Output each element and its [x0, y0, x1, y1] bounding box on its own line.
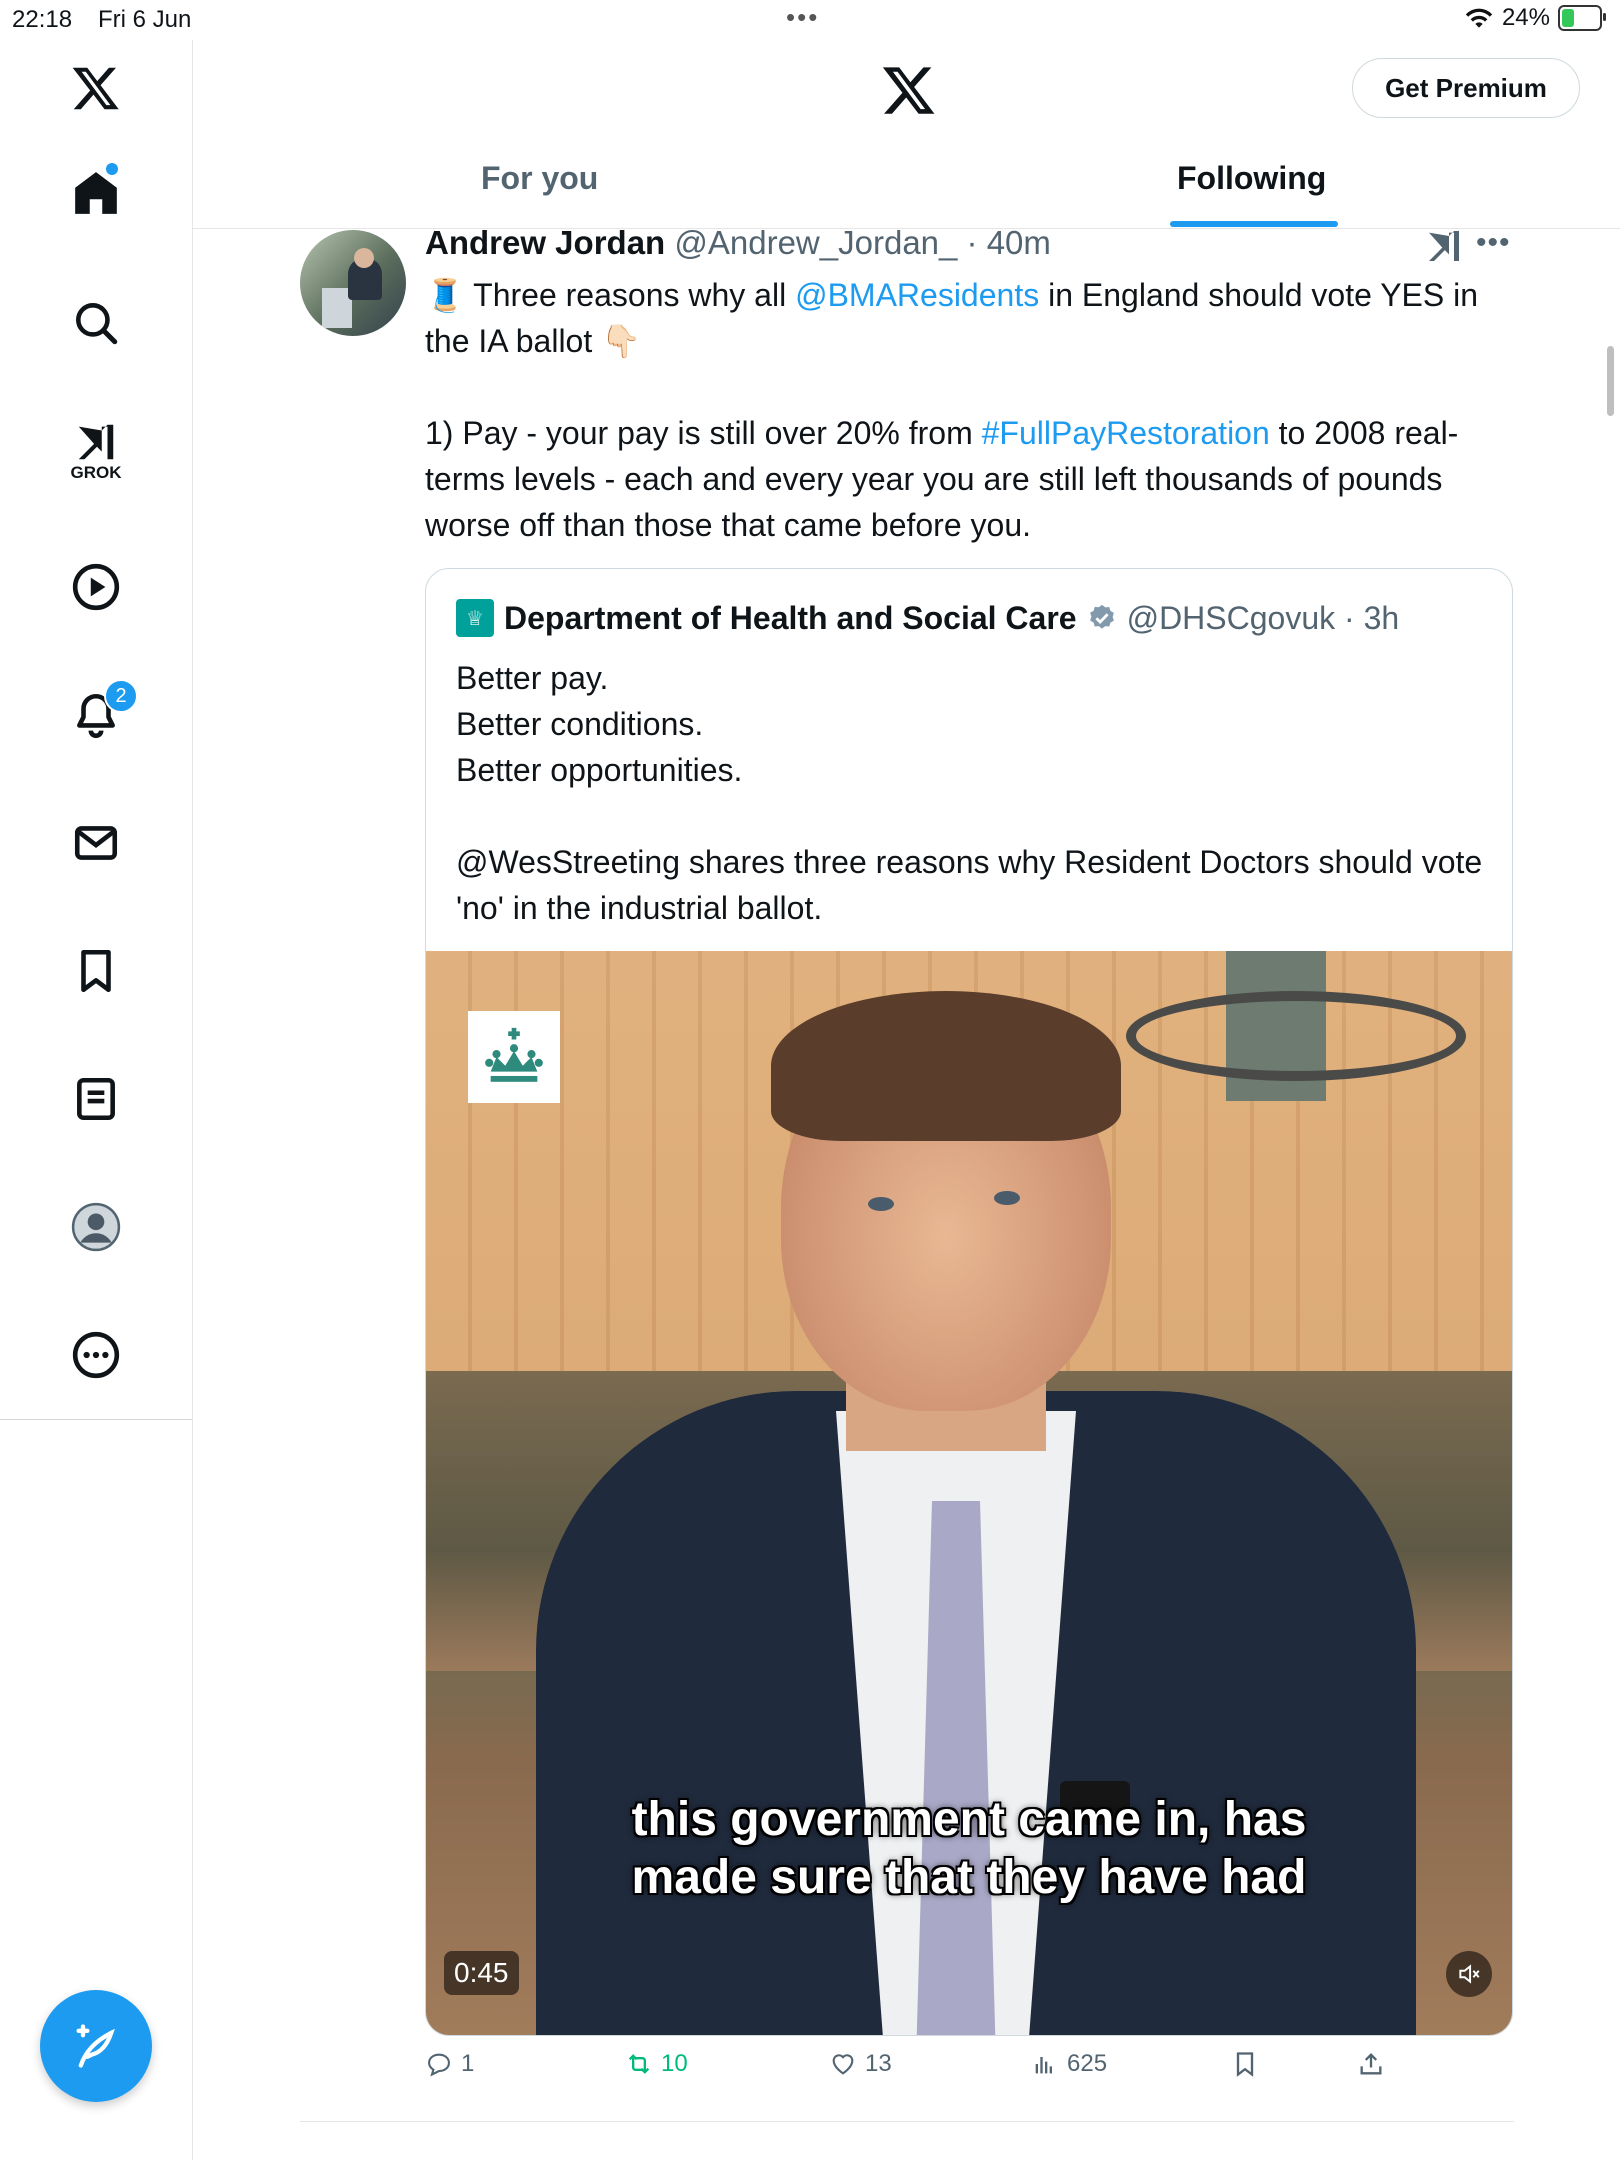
post-text-part: 1) Pay - your pay is still over 20% from — [425, 415, 982, 451]
sidebar-border — [192, 1420, 193, 2160]
share-button[interactable] — [1357, 2050, 1385, 2078]
home-icon[interactable] — [48, 145, 144, 241]
ceiling-lamp — [1126, 991, 1466, 1081]
search-icon[interactable] — [48, 275, 144, 371]
post-header: Andrew Jordan @Andrew_Jordan_ · 40m — [425, 224, 1051, 262]
post-actions: 1 10 13 625 — [425, 2050, 1525, 2090]
author-avatar[interactable] — [300, 230, 406, 336]
grok-icon[interactable]: GROK — [48, 403, 144, 499]
tab-following[interactable]: Following — [1177, 160, 1326, 197]
active-tab-indicator — [1170, 221, 1338, 227]
video-duration: 0:45 — [444, 1951, 519, 1995]
repost-icon — [628, 2054, 650, 2074]
notifications-bell-icon[interactable]: 2 — [48, 667, 144, 763]
compose-post-button[interactable] — [40, 1990, 152, 2102]
reply-button[interactable]: 1 — [425, 2050, 474, 2078]
notifications-badge: 2 — [104, 679, 138, 713]
heart-icon — [832, 2054, 854, 2075]
wifi-icon — [1465, 8, 1493, 28]
quoted-body: Better pay. Better conditions. Better op… — [456, 655, 1496, 931]
quoted-handle-time[interactable]: @DHSCgovuk · 3h — [1127, 600, 1400, 637]
video-caption: this government came in, has made sure t… — [426, 1791, 1512, 1907]
quoted-paragraph-2: @WesStreeting shares three reasons why R… — [456, 844, 1483, 926]
reply-count: 1 — [461, 2050, 475, 2077]
hashtag-link[interactable]: #FullPayRestoration — [982, 415, 1270, 451]
battery-icon — [1558, 5, 1606, 31]
tab-for-you[interactable]: For you — [481, 160, 598, 197]
scrollbar-thumb[interactable] — [1607, 346, 1614, 416]
views-chart-icon — [1035, 2057, 1052, 2074]
repost-count: 10 — [661, 2050, 688, 2077]
caption-line: this government came in, has — [631, 1793, 1307, 1846]
grok-label: GROK — [70, 463, 122, 482]
lists-icon[interactable] — [48, 1051, 144, 1147]
quoted-header: ♕ Department of Health and Social Care @… — [456, 599, 1399, 637]
post-more-icon[interactable]: ••• — [1476, 226, 1511, 260]
caption-line: made sure that they have had — [631, 1851, 1307, 1904]
mute-toggle-icon[interactable] — [1446, 1951, 1492, 1997]
more-options-icon[interactable] — [48, 1307, 144, 1403]
messages-envelope-icon[interactable] — [48, 795, 144, 891]
quoted-author-name[interactable]: Department of Health and Social Care — [504, 600, 1077, 637]
share-icon — [1360, 2053, 1382, 2075]
dhsc-crown-logo-icon — [468, 1011, 560, 1103]
grok-explain-icon[interactable] — [1424, 226, 1464, 266]
status-right: 24% — [1464, 4, 1606, 32]
video-play-icon[interactable] — [48, 539, 144, 635]
quoted-line: Better conditions. — [456, 706, 704, 742]
like-count: 13 — [865, 2050, 892, 2077]
home-unread-dot — [106, 163, 118, 175]
mention-link[interactable]: @BMAResidents — [795, 277, 1039, 313]
bookmark-button[interactable] — [1231, 2050, 1259, 2078]
profile-avatar-icon[interactable] — [48, 1179, 144, 1275]
quoted-line: Better pay. — [456, 660, 609, 696]
status-date: Fri 6 Jun — [98, 6, 192, 33]
post-paragraph-2: 1) Pay - your pay is still over 20% from… — [425, 410, 1525, 548]
verified-badge-icon — [1089, 604, 1114, 629]
post-divider — [300, 2121, 1514, 2122]
repost-button[interactable]: 10 — [625, 2050, 688, 2078]
author-name[interactable]: Andrew Jordan — [425, 224, 665, 261]
reply-icon — [428, 2053, 450, 2077]
quoted-post[interactable]: ♕ Department of Health and Social Care @… — [425, 568, 1513, 2036]
bookmarks-icon[interactable] — [48, 923, 144, 1019]
battery-percent: 24% — [1501, 4, 1550, 31]
views-button[interactable]: 625 — [1031, 2050, 1107, 2078]
status-time: 22:18 — [12, 6, 73, 33]
bookmark-icon — [1236, 2052, 1254, 2077]
post-paragraph-1: 🧵 Three reasons why all @BMAResidents in… — [425, 272, 1525, 364]
top-header: Get Premium For you Following — [193, 40, 1620, 229]
like-button[interactable]: 13 — [829, 2050, 892, 2078]
sidebar-divider — [0, 1419, 192, 1420]
dhsc-logo-icon: ♕ — [456, 599, 494, 637]
multitasking-dots-icon[interactable]: ••• — [786, 2, 819, 33]
x-logo-icon[interactable] — [48, 40, 144, 136]
post-body: 🧵 Three reasons why all @BMAResidents in… — [425, 272, 1525, 548]
views-count: 625 — [1067, 2050, 1108, 2077]
x-logo-icon[interactable] — [881, 62, 937, 118]
status-bar: 22:18 Fri 6 Jun ••• 24% — [0, 0, 1620, 40]
video-player[interactable]: this government came in, has made sure t… — [426, 951, 1512, 2035]
sidebar: GROK 2 — [0, 40, 193, 1420]
get-premium-button[interactable]: Get Premium — [1352, 58, 1580, 118]
author-handle-time[interactable]: @Andrew_Jordan_ · 40m — [674, 224, 1051, 261]
post-text-part: 🧵 Three reasons why all — [425, 277, 796, 313]
quoted-line: Better opportunities. — [456, 752, 743, 788]
compose-feather-icon — [76, 2024, 115, 2068]
